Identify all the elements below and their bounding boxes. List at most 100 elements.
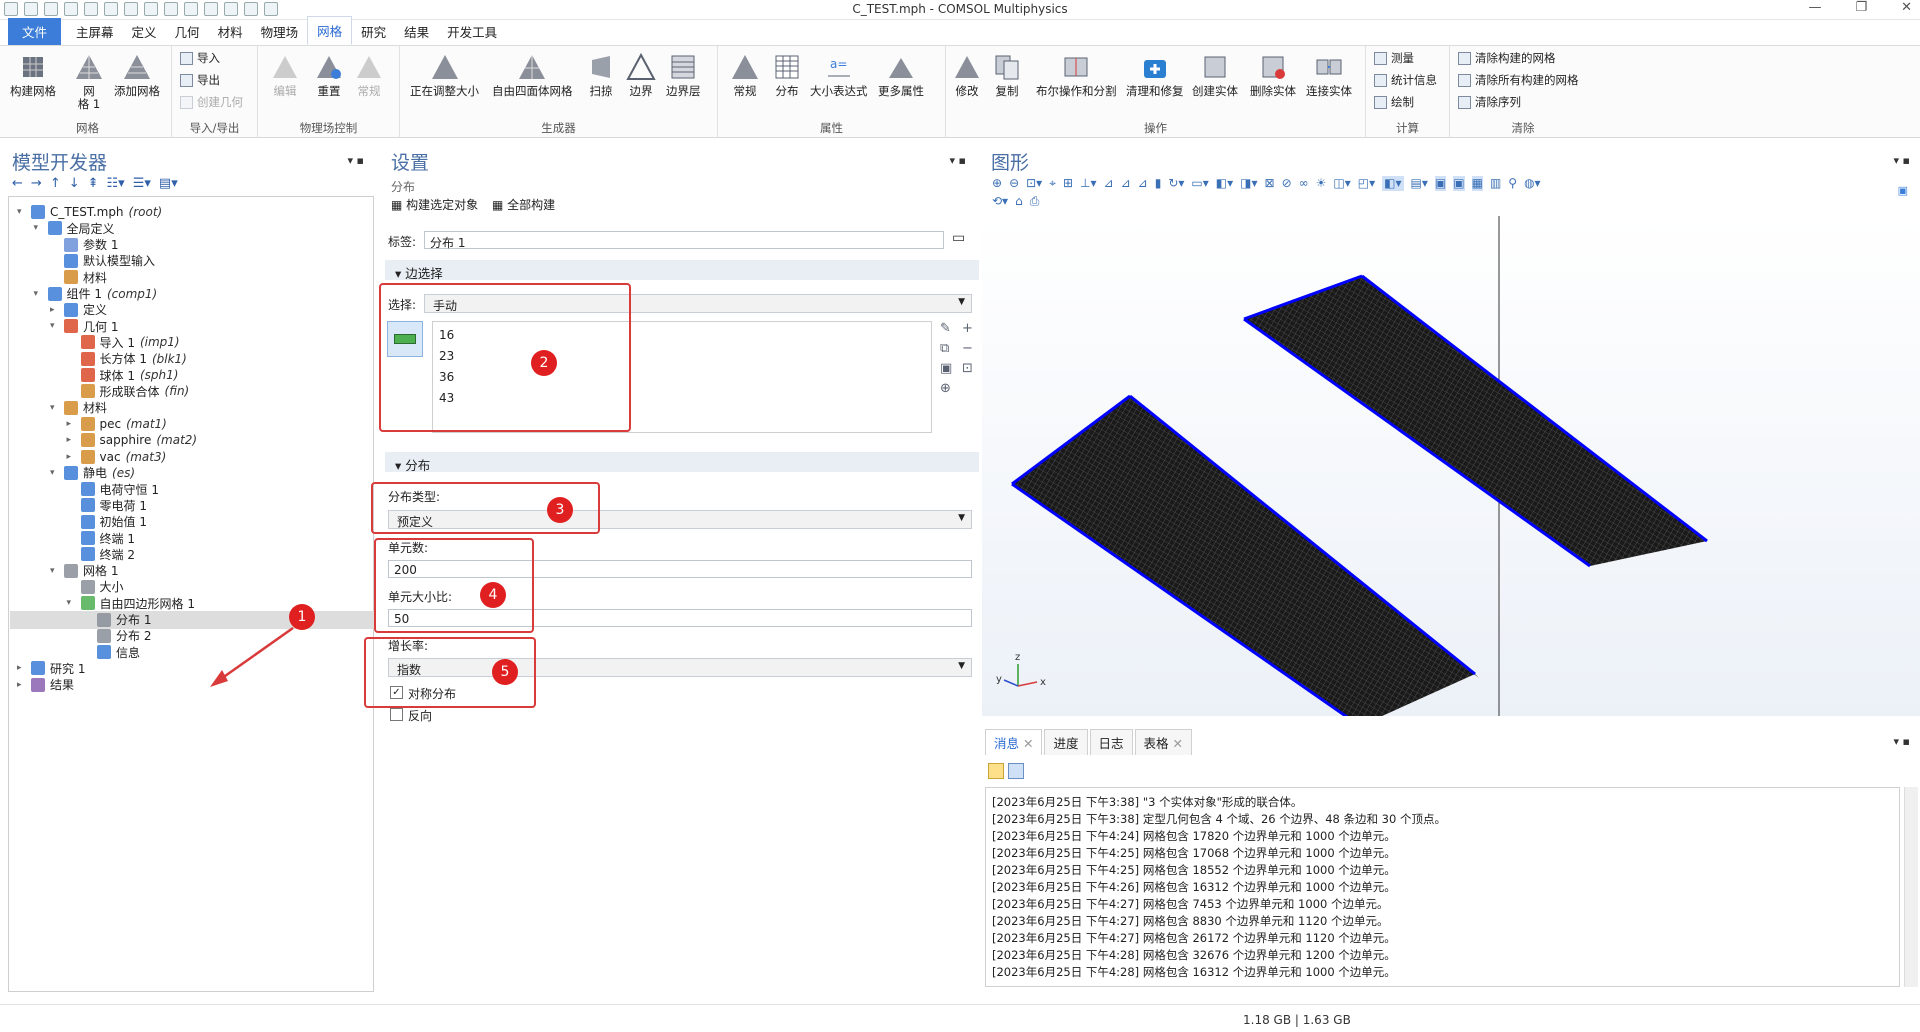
forward-arrow-icon[interactable]: → (31, 176, 42, 191)
tree-geometry[interactable]: ▾ 几何 1 (50, 317, 118, 335)
menu-materials[interactable]: 材料 (209, 18, 252, 45)
zoom-box-icon[interactable]: ⊡▾ (1026, 176, 1042, 191)
tree-default-inputs[interactable]: 默认模型输入 (50, 252, 155, 270)
import-button[interactable]: 导入 (180, 50, 220, 66)
adjusting-size-button[interactable]: 正在调整大小 (410, 52, 479, 98)
down-arrow-icon[interactable]: ↓ (69, 176, 80, 191)
tab-progress[interactable]: 进度 (1044, 729, 1088, 755)
lights-icon[interactable]: ☀ (1316, 176, 1327, 191)
distribution-button[interactable]: 分布 (772, 52, 802, 98)
expand-arrow-icon[interactable]: ▾ (34, 223, 43, 233)
tree-charge-conservation[interactable]: 电荷守恒 1 (67, 480, 159, 498)
expand-arrow-icon[interactable]: ▾ (67, 598, 76, 608)
tree-materials[interactable]: ▾ 材料 (50, 399, 107, 417)
collapse-arrow-icon[interactable]: ▸ (50, 305, 59, 315)
tree-distribution-2[interactable]: 分布 2 (83, 627, 151, 645)
cleanup-repair-button[interactable]: 清理和修复 (1126, 52, 1184, 98)
attr-normal-button[interactable]: 常规 (730, 52, 760, 98)
paint-select-icon[interactable]: ✎ (940, 321, 951, 336)
display-icon[interactable]: ◨▾ (1240, 176, 1257, 191)
transparency-icon[interactable]: ◧▾ (1382, 176, 1404, 191)
tree-block[interactable]: 长方体 1 (blk1) (67, 350, 187, 368)
zoom-in-icon[interactable]: ⊕ (992, 176, 1002, 191)
tree-zero-charge[interactable]: 零电荷 1 (67, 496, 147, 514)
edit-button[interactable]: 编辑 (270, 52, 300, 98)
build-mesh-button[interactable]: 构建网格 (10, 52, 56, 98)
boundary-layer-button[interactable]: 边界层 (666, 52, 701, 98)
export-button[interactable]: 导出 (180, 72, 220, 88)
locate-icon[interactable]: ⊕ (940, 381, 951, 396)
view-zx-icon[interactable]: ⊿ (1138, 176, 1148, 191)
view-xy-icon[interactable]: ⊿ (1104, 176, 1114, 191)
tree-definitions[interactable]: ▸ 定义 (50, 301, 107, 319)
screenshot-icon[interactable]: ⌂ (1015, 194, 1023, 209)
menu-results[interactable]: 结果 (395, 18, 438, 45)
mesh-render-icon[interactable]: ▤▾ (1411, 176, 1428, 191)
minimize-icon[interactable]: — (1808, 0, 1821, 15)
measure-button[interactable]: 测量 (1374, 50, 1414, 66)
clear-sequence-button[interactable]: 清除序列 (1458, 94, 1521, 110)
rotate-icon[interactable]: ↻▾ (1168, 176, 1184, 191)
statistics-button[interactable]: 统计信息 (1374, 72, 1437, 88)
tree-initial-values[interactable]: 初始值 1 (67, 513, 147, 531)
tree-sphere[interactable]: 球体 1 (sph1) (67, 366, 178, 384)
zoom-selection-icon[interactable]: ⊞ (1063, 176, 1073, 191)
print-icon[interactable]: ⎙ (1030, 194, 1040, 209)
tab-table[interactable]: 表格 ✕ (1134, 729, 1192, 755)
menu-home[interactable]: 主屏幕 (67, 18, 123, 45)
collapse-arrow-icon[interactable]: ▸ (17, 663, 26, 673)
copy-button[interactable]: 复制 (992, 52, 1022, 98)
list-options-icon[interactable]: ☰▾ (133, 176, 151, 191)
menu-mesh[interactable]: 网格 (307, 16, 353, 45)
tree-material-pec[interactable]: ▸ pec (mat1) (67, 415, 167, 433)
select-box-icon[interactable]: ⊠ (1265, 176, 1275, 191)
select-object-icon[interactable]: ▭▾ (1191, 176, 1208, 191)
menu-developer[interactable]: 开发工具 (438, 18, 506, 45)
expand-arrow-icon[interactable]: ▾ (34, 289, 43, 299)
view-3d-icon[interactable]: ▮ (1155, 176, 1162, 191)
zoom-selection-icon[interactable]: ⊡ (962, 361, 973, 376)
graphics-canvas[interactable]: z x y (982, 216, 1920, 728)
menu-physics[interactable]: 物理场 (252, 18, 308, 45)
size-expression-button[interactable]: a= 大小表达式 (810, 52, 868, 98)
add-icon[interactable]: + (962, 321, 973, 336)
close-icon[interactable]: ✕ (1023, 736, 1033, 751)
more-attributes-button[interactable]: 更多属性 (878, 52, 924, 98)
mesh-plate-right[interactable] (1243, 274, 1708, 568)
hide-icon[interactable]: ◧▾ (1216, 176, 1233, 191)
tree-component[interactable]: ▾ 组件 1 (comp1) (34, 285, 157, 303)
up-arrow-icon[interactable]: ↑ (50, 176, 61, 191)
panel-menu-icon[interactable]: ▾ ▪ (348, 154, 364, 167)
mesh1-button[interactable]: 网 格 1 (74, 52, 104, 111)
tree-import[interactable]: 导入 1 (imp1) (67, 333, 180, 351)
clear-select-icon[interactable]: ⊘ (1282, 176, 1292, 191)
reverse-checkbox[interactable] (390, 708, 403, 721)
expand-arrow-icon[interactable]: ▾ (50, 403, 59, 413)
view-toggle-icon[interactable]: ▣ (1898, 184, 1908, 197)
collapse-arrow-icon[interactable]: ▸ (67, 419, 76, 429)
zoom-out-icon[interactable]: ⊖ (1009, 176, 1019, 191)
mesh-view[interactable]: z x y (982, 216, 1920, 728)
expand-arrow-icon[interactable]: ▾ (50, 566, 59, 576)
view-yz-icon[interactable]: ⊿ (1121, 176, 1131, 191)
collapse-arrow-icon[interactable]: ▸ (67, 435, 76, 445)
menu-geometry[interactable]: 几何 (166, 18, 209, 45)
settings-menu-icon[interactable]: ▾ ▪ (950, 154, 966, 167)
tree-material-sapphire[interactable]: ▸ sapphire (mat2) (67, 431, 197, 449)
label-edit-icon[interactable]: ▭ (952, 230, 965, 246)
label-field[interactable]: 分布 1 (424, 231, 944, 250)
boundary-button[interactable]: 边界 (626, 52, 656, 98)
tree-distribution-1[interactable]: 分布 1 (83, 611, 151, 629)
paste-selection-icon[interactable]: ▣ (940, 361, 952, 376)
tree-form-union[interactable]: 形成联合体 (fin) (67, 382, 189, 400)
camera-options-icon[interactable]: ◍▾ (1524, 176, 1541, 191)
tree-global-definitions[interactable]: ▾ 全局定义 (34, 219, 115, 237)
zoom-extents-icon[interactable]: ⌖ (1049, 176, 1056, 191)
tree-root[interactable]: ▾ C_TEST.mph (root) (17, 203, 162, 221)
free-tetrahedral-button[interactable]: 自由四面体网格 (492, 52, 573, 98)
tab-messages[interactable]: 消息 ✕ (985, 729, 1043, 755)
delete-entity-button[interactable]: 删除实体 (1250, 52, 1296, 98)
render-icon[interactable]: ◫▾ (1333, 176, 1350, 191)
select-edge-icon[interactable]: ▦ (1471, 176, 1483, 191)
sweep-button[interactable]: 扫掠 (586, 52, 616, 98)
